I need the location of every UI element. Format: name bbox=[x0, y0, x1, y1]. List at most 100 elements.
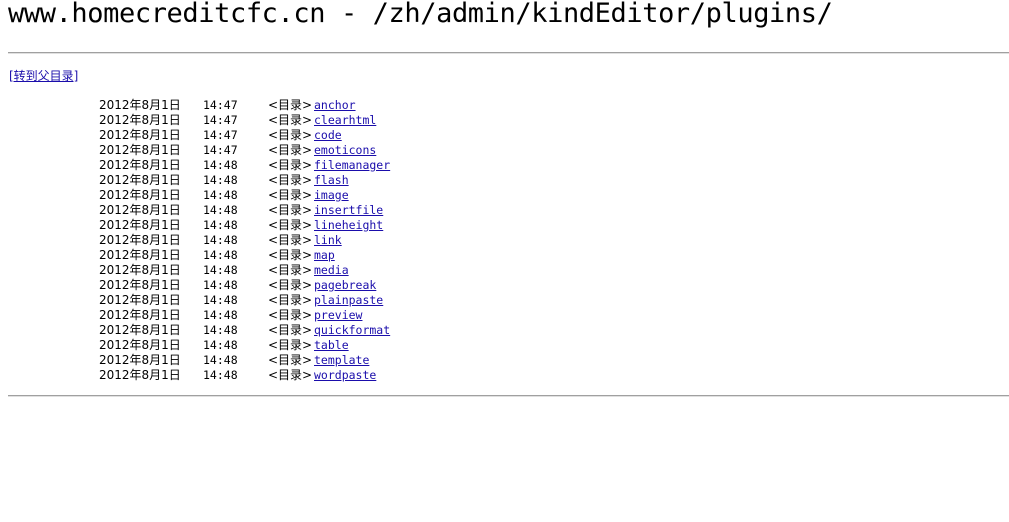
list-item: 2012年8月1日 14:47 <目录> code bbox=[0, 128, 1009, 143]
list-item: 2012年8月1日 14:47 <目录> anchor bbox=[0, 98, 1009, 113]
entry-date: 2012年8月1日 bbox=[99, 248, 181, 262]
entry-date: 2012年8月1日 bbox=[99, 188, 181, 202]
entry-type: <目录> bbox=[268, 143, 313, 157]
entry-link-map[interactable]: map bbox=[314, 248, 335, 263]
list-item: 2012年8月1日 14:48 <目录> pagebreak bbox=[0, 278, 1009, 293]
entry-time: 14:48 bbox=[203, 293, 238, 307]
entry-time: 14:48 bbox=[203, 158, 238, 172]
entry-type: <目录> bbox=[268, 368, 313, 382]
entry-date: 2012年8月1日 bbox=[99, 98, 181, 112]
entry-link-anchor[interactable]: anchor bbox=[314, 98, 356, 113]
list-item: 2012年8月1日 14:48 <目录> quickformat bbox=[0, 323, 1009, 338]
entry-link-image[interactable]: image bbox=[314, 188, 349, 203]
list-item: 2012年8月1日 14:47 <目录> clearhtml bbox=[0, 113, 1009, 128]
entry-type: <目录> bbox=[268, 173, 313, 187]
entry-date: 2012年8月1日 bbox=[99, 203, 181, 217]
entry-date: 2012年8月1日 bbox=[99, 353, 181, 367]
entry-link-insertfile[interactable]: insertfile bbox=[314, 203, 383, 218]
entry-time: 14:48 bbox=[203, 308, 238, 322]
entry-time: 14:48 bbox=[203, 368, 238, 382]
entry-date: 2012年8月1日 bbox=[99, 278, 181, 292]
list-item: 2012年8月1日 14:48 <目录> map bbox=[0, 248, 1009, 263]
entry-date: 2012年8月1日 bbox=[99, 218, 181, 232]
entry-time: 14:47 bbox=[203, 143, 238, 157]
entry-time: 14:48 bbox=[203, 233, 238, 247]
entry-date: 2012年8月1日 bbox=[99, 338, 181, 352]
list-item: 2012年8月1日 14:48 <目录> media bbox=[0, 263, 1009, 278]
entry-type: <目录> bbox=[268, 113, 313, 127]
entry-link-lineheight[interactable]: lineheight bbox=[314, 218, 383, 233]
entry-time: 14:48 bbox=[203, 173, 238, 187]
entry-date: 2012年8月1日 bbox=[99, 233, 181, 247]
entry-type: <目录> bbox=[268, 188, 313, 202]
entry-time: 14:48 bbox=[203, 218, 238, 232]
list-item: 2012年8月1日 14:48 <目录> image bbox=[0, 188, 1009, 203]
entry-type: <目录> bbox=[268, 278, 313, 292]
list-item: 2012年8月1日 14:48 <目录> plainpaste bbox=[0, 293, 1009, 308]
entry-date: 2012年8月1日 bbox=[99, 263, 181, 277]
list-item: 2012年8月1日 14:48 <目录> lineheight bbox=[0, 218, 1009, 233]
entry-date: 2012年8月1日 bbox=[99, 113, 181, 127]
entry-type: <目录> bbox=[268, 263, 313, 277]
entry-time: 14:48 bbox=[203, 323, 238, 337]
list-item: 2012年8月1日 14:48 <目录> table bbox=[0, 338, 1009, 353]
entry-link-plainpaste[interactable]: plainpaste bbox=[314, 293, 383, 308]
list-item: 2012年8月1日 14:48 <目录> preview bbox=[0, 308, 1009, 323]
entry-type: <目录> bbox=[268, 338, 313, 352]
entry-type: <目录> bbox=[268, 218, 313, 232]
entry-link-link[interactable]: link bbox=[314, 233, 342, 248]
entry-link-clearhtml[interactable]: clearhtml bbox=[314, 113, 376, 128]
entry-type: <目录> bbox=[268, 98, 313, 112]
entry-date: 2012年8月1日 bbox=[99, 323, 181, 337]
entry-link-emoticons[interactable]: emoticons bbox=[314, 143, 376, 158]
entry-time: 14:48 bbox=[203, 278, 238, 292]
list-item: 2012年8月1日 14:48 <目录> link bbox=[0, 233, 1009, 248]
entry-link-media[interactable]: media bbox=[314, 263, 349, 278]
entry-date: 2012年8月1日 bbox=[99, 143, 181, 157]
entry-link-code[interactable]: code bbox=[314, 128, 342, 143]
entry-date: 2012年8月1日 bbox=[99, 368, 181, 382]
parent-directory-link[interactable]: [转到父目录] bbox=[9, 67, 78, 84]
list-item: 2012年8月1日 14:48 <目录> insertfile bbox=[0, 203, 1009, 218]
entry-time: 14:48 bbox=[203, 203, 238, 217]
entry-link-table[interactable]: table bbox=[314, 338, 349, 353]
entry-link-flash[interactable]: flash bbox=[314, 173, 349, 188]
entry-type: <目录> bbox=[268, 308, 313, 322]
entry-time: 14:48 bbox=[203, 263, 238, 277]
list-item: 2012年8月1日 14:48 <目录> wordpaste bbox=[0, 368, 1009, 383]
entry-link-pagebreak[interactable]: pagebreak bbox=[314, 278, 376, 293]
entry-type: <目录> bbox=[268, 293, 313, 307]
bottom-divider bbox=[8, 395, 1009, 397]
entry-link-preview[interactable]: preview bbox=[314, 308, 362, 323]
entry-type: <目录> bbox=[268, 128, 313, 142]
entry-link-template[interactable]: template bbox=[314, 353, 369, 368]
entry-link-wordpaste[interactable]: wordpaste bbox=[314, 368, 376, 383]
entry-time: 14:47 bbox=[203, 113, 238, 127]
entry-time: 14:48 bbox=[203, 338, 238, 352]
list-item: 2012年8月1日 14:48 <目录> flash bbox=[0, 173, 1009, 188]
entry-type: <目录> bbox=[268, 158, 313, 172]
list-item: 2012年8月1日 14:48 <目录> filemanager bbox=[0, 158, 1009, 173]
page-title: www.homecreditcfc.cn - /zh/admin/kindEdi… bbox=[8, 0, 833, 29]
entry-time: 14:47 bbox=[203, 98, 238, 112]
top-divider bbox=[8, 52, 1009, 54]
entry-time: 14:48 bbox=[203, 353, 238, 367]
entry-date: 2012年8月1日 bbox=[99, 173, 181, 187]
entry-type: <目录> bbox=[268, 353, 313, 367]
list-item: 2012年8月1日 14:47 <目录> emoticons bbox=[0, 143, 1009, 158]
entry-date: 2012年8月1日 bbox=[99, 308, 181, 322]
directory-listing: 2012年8月1日 14:47 <目录> anchor 2012年8月1日 14:47 <目… bbox=[0, 98, 1009, 383]
entry-type: <目录> bbox=[268, 248, 313, 262]
entry-time: 14:47 bbox=[203, 128, 238, 142]
entry-date: 2012年8月1日 bbox=[99, 293, 181, 307]
entry-link-quickformat[interactable]: quickformat bbox=[314, 323, 390, 338]
list-item: 2012年8月1日 14:48 <目录> template bbox=[0, 353, 1009, 368]
entry-type: <目录> bbox=[268, 233, 313, 247]
entry-type: <目录> bbox=[268, 323, 313, 337]
entry-link-filemanager[interactable]: filemanager bbox=[314, 158, 390, 173]
entry-date: 2012年8月1日 bbox=[99, 158, 181, 172]
entry-time: 14:48 bbox=[203, 248, 238, 262]
entry-time: 14:48 bbox=[203, 188, 238, 202]
entry-date: 2012年8月1日 bbox=[99, 128, 181, 142]
entry-type: <目录> bbox=[268, 203, 313, 217]
